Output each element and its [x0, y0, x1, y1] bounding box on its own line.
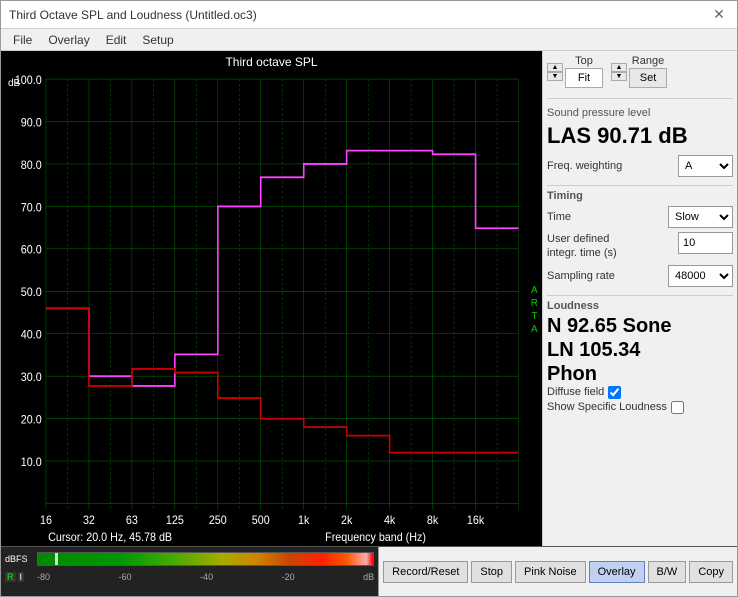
svg-text:30.0: 30.0: [21, 372, 42, 385]
loudness-section-label: Loudness: [547, 300, 733, 312]
freq-weighting-row: Freq. weighting A B C Z: [547, 155, 733, 177]
divider-3: [547, 295, 733, 296]
loudness-ln-value: LN 105.34: [547, 338, 733, 362]
svg-text:125: 125: [166, 515, 184, 528]
timing-section-label: Timing: [547, 190, 733, 202]
spl-section-label: Sound pressure level: [547, 107, 733, 119]
y-axis-db-label: dB: [8, 78, 20, 89]
freq-weighting-label: Freq. weighting: [547, 160, 622, 172]
main-window: Third Octave SPL and Loudness (Untitled.…: [0, 0, 738, 597]
show-specific-loudness-label: Show Specific Loudness: [547, 401, 667, 413]
user-integr-label: User defined integr. time (s): [547, 232, 637, 261]
action-buttons: Record/Reset Stop Pink Noise Overlay B/W…: [378, 547, 737, 596]
svg-text:8k: 8k: [427, 515, 439, 528]
record-reset-button[interactable]: Record/Reset: [383, 561, 468, 583]
overlay-button[interactable]: Overlay: [589, 561, 645, 583]
range-label: Range: [632, 55, 664, 67]
top-spinner: ▲ ▼: [547, 63, 563, 81]
svg-text:50.0: 50.0: [21, 287, 42, 300]
tick-m70: -40: [200, 572, 213, 582]
diffuse-field-checkbox[interactable]: [608, 386, 621, 399]
user-integr-row: User defined integr. time (s): [547, 232, 733, 261]
svg-text:32: 32: [83, 515, 95, 528]
menu-bar: File Overlay Edit Setup: [1, 29, 737, 51]
close-button[interactable]: ✕: [709, 5, 729, 25]
menu-file[interactable]: File: [5, 31, 40, 49]
svg-text:10.0: 10.0: [21, 456, 42, 469]
top-down-button[interactable]: ▼: [547, 72, 563, 81]
pink-noise-button[interactable]: Pink Noise: [515, 561, 586, 583]
meter-bar-red: [37, 552, 374, 566]
top-control-group: ▲ ▼ Top Fit: [547, 55, 603, 88]
svg-text:500: 500: [252, 515, 270, 528]
svg-text:16: 16: [40, 515, 52, 528]
title-bar: Third Octave SPL and Loudness (Untitled.…: [1, 1, 737, 29]
svg-text:70.0: 70.0: [21, 202, 42, 215]
svg-text:60.0: 60.0: [21, 244, 42, 257]
svg-text:1k: 1k: [298, 515, 310, 528]
dbfs-meter: dBFS R I -80 -60 -40 -20 dB: [1, 547, 378, 596]
top-controls: ▲ ▼ Top Fit ▲ ▼: [547, 55, 733, 88]
dbfs-label: dBFS: [5, 554, 33, 564]
diffuse-field-label: Diffuse field: [547, 386, 604, 398]
chart-svg: 100.0 90.0 80.0 70.0 60.0 50.0 40.0 30.0…: [3, 73, 540, 546]
svg-text:20.0: 20.0: [21, 414, 42, 427]
time-label: Time: [547, 211, 571, 223]
tick-m80: -60: [119, 572, 132, 582]
menu-edit[interactable]: Edit: [98, 31, 135, 49]
bw-button[interactable]: B/W: [648, 561, 687, 583]
svg-text:Frequency band (Hz): Frequency band (Hz): [325, 532, 426, 545]
svg-text:63: 63: [126, 515, 138, 528]
top-up-button[interactable]: ▲: [547, 63, 563, 72]
window-title: Third Octave SPL and Loudness (Untitled.…: [9, 8, 257, 22]
diffuse-field-row: Diffuse field: [547, 386, 733, 399]
svg-text:2k: 2k: [341, 515, 353, 528]
chart-title: Third octave SPL: [1, 51, 542, 73]
svg-text:40.0: 40.0: [21, 329, 42, 342]
main-content: Third octave SPL dB ARTA: [1, 51, 737, 546]
range-down-button[interactable]: ▼: [611, 72, 627, 81]
time-select[interactable]: Slow Fast Impulse: [668, 206, 733, 228]
loudness-n-value: N 92.65 Sone: [547, 314, 733, 338]
show-specific-loudness-checkbox[interactable]: [671, 401, 684, 414]
tick-m60: -20: [282, 572, 295, 582]
sampling-rate-label: Sampling rate: [547, 270, 615, 282]
menu-setup[interactable]: Setup: [134, 31, 181, 49]
level-indicator-r: [55, 553, 58, 565]
sampling-rate-select[interactable]: 44100 48000 96000 192000: [668, 265, 733, 287]
loudness-phon-value: Phon: [547, 362, 733, 386]
svg-text:Cursor: 20.0 Hz, 45.78 dB: Cursor: 20.0 Hz, 45.78 dB: [48, 532, 172, 545]
r-label: R: [5, 572, 16, 582]
range-up-button[interactable]: ▲: [611, 63, 627, 72]
i-label: I: [18, 572, 25, 582]
time-row: Time Slow Fast Impulse: [547, 206, 733, 228]
copy-button[interactable]: Copy: [689, 561, 733, 583]
range-spinner: ▲ ▼: [611, 63, 627, 81]
show-specific-loudness-row: Show Specific Loudness: [547, 401, 733, 414]
spl-value: LAS 90.71 dB: [547, 123, 733, 149]
svg-text:80.0: 80.0: [21, 159, 42, 172]
divider-1: [547, 98, 733, 99]
divider-2: [547, 185, 733, 186]
right-panel: ▲ ▼ Top Fit ▲ ▼: [542, 51, 737, 546]
top-label: Top: [575, 55, 593, 67]
svg-text:90.0: 90.0: [21, 117, 42, 130]
svg-text:250: 250: [209, 515, 227, 528]
chart-area: Third octave SPL dB ARTA: [1, 51, 542, 546]
freq-weighting-select[interactable]: A B C Z: [678, 155, 733, 177]
svg-text:16k: 16k: [467, 515, 485, 528]
menu-overlay[interactable]: Overlay: [40, 31, 97, 49]
tick-db: dB: [363, 572, 374, 582]
bottom-bar: dBFS R I -80 -60 -40 -20 dB: [1, 546, 737, 596]
stop-button[interactable]: Stop: [471, 561, 512, 583]
range-control-group: ▲ ▼ Range Set: [611, 55, 667, 88]
range-set-button[interactable]: Set: [629, 68, 667, 88]
user-integr-input[interactable]: [678, 232, 733, 254]
tick-m90: -80: [37, 572, 50, 582]
arta-label: ARTA: [531, 284, 538, 336]
top-display[interactable]: Fit: [565, 68, 603, 88]
svg-text:4k: 4k: [384, 515, 396, 528]
sampling-rate-row: Sampling rate 44100 48000 96000 192000: [547, 265, 733, 287]
meter-scale: -80 -60 -40 -20 dB: [37, 572, 374, 582]
